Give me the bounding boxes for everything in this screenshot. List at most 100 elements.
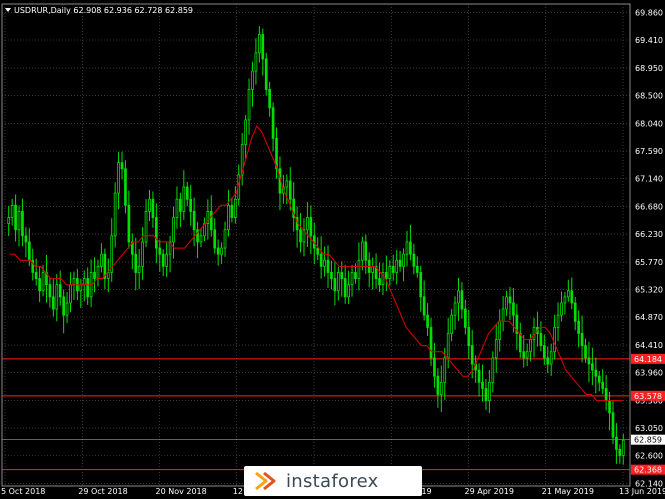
candle-body [144, 211, 148, 243]
candle-body [55, 284, 59, 310]
candle-body [69, 284, 72, 304]
candle-body [553, 326, 556, 353]
y-tick-label: 68.040 [635, 120, 663, 129]
candle-body [512, 302, 515, 316]
x-tick-label: 13 Jun 2019 [619, 487, 665, 496]
candle-body [14, 204, 17, 231]
candle-body [567, 290, 570, 298]
candle-body [426, 314, 429, 328]
candle-body [354, 272, 357, 279]
candle-body [615, 436, 618, 450]
candle-body [48, 284, 52, 298]
y-tick-label: 69.410 [635, 36, 663, 45]
candle-body [93, 272, 96, 279]
candle-body [230, 204, 234, 218]
x-tick-label: 20 Nov 2018 [156, 487, 207, 496]
candle-body [268, 89, 271, 109]
candle-body [330, 272, 333, 279]
candle-body [220, 247, 223, 255]
candle-body [79, 284, 83, 292]
candle-body [113, 192, 117, 237]
candle-body [446, 333, 450, 359]
candle-body [155, 217, 158, 249]
candle-body [52, 296, 55, 310]
candle-body [223, 229, 227, 249]
candle-body [326, 259, 330, 273]
candle-body [323, 259, 326, 267]
candle-body [484, 387, 488, 401]
candle-body [65, 302, 69, 316]
candle-body [254, 52, 258, 72]
y-tick-label: 65.320 [635, 286, 663, 295]
candle-body [549, 351, 553, 365]
candle-body [601, 381, 605, 389]
candle-body [309, 217, 313, 237]
y-tick-label: 67.590 [635, 147, 663, 156]
candle-body [422, 296, 426, 316]
level-tag-label: 64.184 [634, 355, 662, 364]
candle-body [161, 253, 165, 267]
candle-body [405, 241, 409, 255]
horizontal-levels [2, 358, 630, 471]
candle-body [378, 278, 381, 286]
candle-body [247, 89, 251, 121]
candle-body [117, 162, 120, 194]
candle-body [38, 278, 41, 292]
chart-menu-arrow-icon[interactable] [5, 8, 11, 12]
candle-body [158, 247, 162, 255]
candle-body [419, 272, 423, 298]
candle-body [106, 272, 110, 279]
candle-body [481, 381, 484, 389]
candle-body [501, 308, 505, 322]
candle-body [182, 186, 186, 212]
candle-body [34, 272, 38, 279]
chart-header: USDRUR,Daily 62.908 62.936 62.728 62.859 [5, 6, 193, 15]
candle-body [148, 198, 151, 212]
candle-body [522, 351, 526, 359]
candle-body [72, 278, 76, 286]
candle-body [172, 217, 175, 243]
y-tick-label: 62.600 [635, 451, 663, 460]
candle-body [192, 211, 196, 231]
instaforex-watermark: instaforex [244, 466, 422, 496]
candle-body [120, 162, 124, 170]
candle-body [409, 241, 412, 255]
current-price-label: 62.859 [634, 436, 662, 445]
price-chart[interactable]: 69.860 69.410 68.950 68.500 68.040 67.590 67.1… [0, 0, 665, 499]
candle-body [336, 272, 340, 292]
y-tick-label: 69.860 [635, 9, 663, 18]
candle-body [17, 211, 21, 231]
watermark-text: instaforex [286, 470, 379, 492]
candle-body [151, 198, 155, 218]
price-axis[interactable]: 69.860 69.410 68.950 68.500 68.040 67.590 67.1… [631, 9, 665, 489]
candle-body [453, 302, 457, 316]
candle-body [436, 375, 440, 395]
candle-body [621, 439, 625, 456]
level-tag-label: 62.368 [634, 466, 662, 475]
candle-body [443, 357, 447, 383]
candle-body [258, 34, 261, 54]
candle-body [573, 302, 577, 322]
candle-body [24, 235, 28, 243]
candle-body [580, 333, 584, 347]
candle-body [560, 302, 563, 316]
x-tick-label: 29 Oct 2018 [78, 487, 127, 496]
candle-body [82, 278, 86, 286]
candle-body [96, 265, 100, 279]
candle-body [244, 119, 247, 145]
candle-body [488, 381, 491, 401]
x-tick-label: 29 Apr 2019 [465, 487, 514, 496]
candle-body [577, 320, 580, 334]
candle-body [464, 308, 467, 328]
candle-body [398, 259, 402, 267]
candle-body [216, 247, 220, 255]
chart-window[interactable]: 69.860 69.410 68.950 68.500 68.040 67.590 67.1… [0, 0, 665, 499]
y-tick-label: 66.680 [635, 203, 663, 212]
candle-body [213, 229, 217, 249]
candle-body [611, 412, 615, 438]
candle-body [100, 253, 103, 267]
candle-body [10, 204, 14, 218]
x-tick-label: 21 May 2019 [542, 487, 594, 496]
candle-body [591, 363, 594, 371]
instaforex-logo-icon [255, 471, 276, 491]
